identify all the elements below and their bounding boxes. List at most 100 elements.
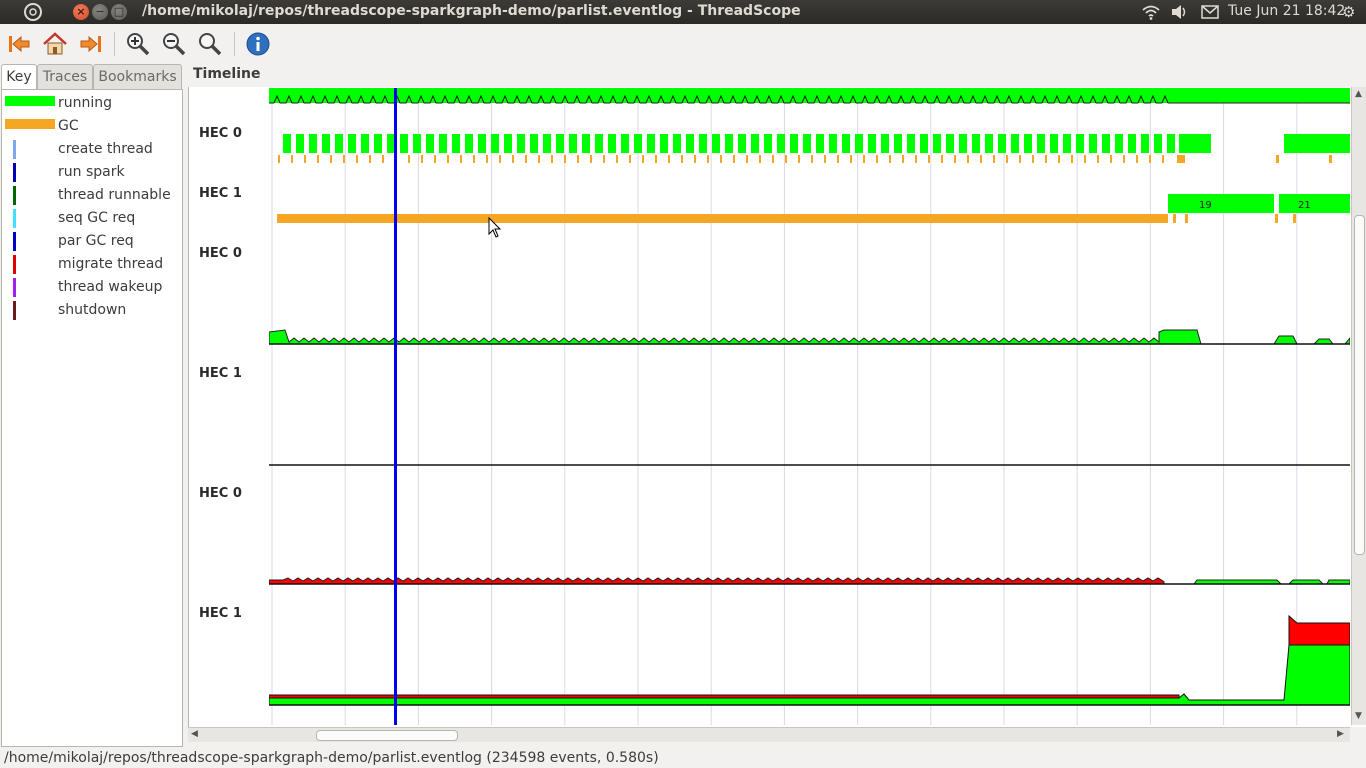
key-label: GC	[58, 118, 79, 134]
gc-tick	[1084, 155, 1086, 163]
key-swatch	[13, 140, 16, 159]
last-icon[interactable]	[77, 30, 105, 58]
running-bar	[296, 134, 304, 153]
vertical-scrollbar[interactable]: ▲ ▼	[1351, 87, 1366, 725]
gc-tick	[538, 155, 540, 163]
gc-tick	[850, 155, 852, 163]
volume-icon[interactable]	[1170, 3, 1190, 21]
gc-tick	[1149, 155, 1151, 163]
bar-label: 19	[1199, 200, 1212, 211]
key-item: GC	[2, 116, 182, 138]
gc-tick	[421, 155, 423, 163]
running-bar	[569, 134, 577, 153]
zoom-out-icon[interactable]	[160, 30, 188, 58]
running-bar	[1167, 134, 1175, 153]
minimize-button[interactable]: −	[92, 4, 108, 20]
key-swatch	[13, 186, 16, 205]
running-bar	[1024, 134, 1032, 153]
running-bar	[816, 134, 824, 153]
gc-tick	[889, 155, 891, 163]
running-bar	[803, 134, 811, 153]
running-bar	[829, 134, 837, 153]
gc-tick	[928, 155, 930, 163]
timeline-canvas[interactable]: 19 21	[269, 88, 1350, 725]
toolbar-separator	[234, 32, 235, 56]
key-item: thread wakeup	[2, 277, 182, 299]
zoom-in-icon[interactable]	[124, 30, 152, 58]
key-swatch	[5, 119, 55, 129]
timeline-cursor[interactable]	[394, 88, 397, 725]
timeline-title: Timeline	[193, 66, 261, 82]
gc-tick	[1123, 155, 1125, 163]
tab-key[interactable]: Key	[1, 64, 37, 90]
running-bar	[920, 134, 928, 153]
gc-tick	[512, 155, 514, 163]
running-bar	[1089, 134, 1097, 153]
gc-tick	[499, 155, 501, 163]
gc-tick	[629, 155, 631, 163]
running-bar	[335, 134, 343, 153]
vertical-scroll-thumb[interactable]	[1354, 215, 1365, 555]
spark-area	[269, 329, 1202, 345]
scroll-left-icon[interactable]: ◀	[191, 729, 198, 739]
gear-icon[interactable]: ⚙	[1342, 3, 1355, 21]
zoom-fit-icon[interactable]	[196, 30, 224, 58]
scroll-right-icon[interactable]: ▶	[1337, 729, 1344, 739]
window-title: /home/mikolaj/repos/threadscope-sparkgra…	[142, 3, 801, 19]
close-button[interactable]: ×	[73, 4, 89, 20]
gc-tick	[824, 155, 826, 163]
first-icon[interactable]	[5, 30, 33, 58]
key-label: migrate thread	[58, 256, 164, 272]
pane-divider[interactable]	[182, 89, 187, 745]
home-icon[interactable]	[41, 30, 69, 58]
tab-traces[interactable]: Traces	[37, 64, 93, 89]
hec-label: HEC 1	[199, 606, 242, 621]
gc-tick	[551, 155, 553, 163]
key-label: thread wakeup	[58, 279, 163, 295]
gc-tick	[811, 155, 813, 163]
running-bar	[556, 134, 564, 153]
horizontal-scrollbar[interactable]: ◀ ▶	[188, 727, 1350, 742]
running-bar	[946, 134, 954, 153]
info-icon[interactable]	[244, 30, 272, 58]
gc-tick	[733, 155, 735, 163]
gc-tick	[356, 155, 358, 163]
gc-tick	[1058, 155, 1060, 163]
running-bar	[413, 134, 421, 153]
running-bar	[543, 134, 551, 153]
wifi-icon[interactable]	[1141, 3, 1161, 21]
gc-tick	[1032, 155, 1034, 163]
key-item: create thread	[2, 139, 182, 161]
gc-tick	[1045, 155, 1047, 163]
gc-tick	[1136, 155, 1138, 163]
running-bar	[322, 134, 330, 153]
running-bar	[972, 134, 980, 153]
running-bar	[1168, 194, 1274, 213]
spark-graph-hec0-pool	[269, 577, 1350, 585]
gc-tick	[694, 155, 696, 163]
running-bar	[517, 134, 525, 153]
running-bar	[998, 134, 1006, 153]
ubuntu-logo-icon[interactable]	[23, 2, 43, 22]
running-bar	[673, 134, 681, 153]
scroll-up-icon[interactable]: ▲	[1355, 89, 1362, 99]
running-bar	[959, 134, 967, 153]
horizontal-scroll-thumb[interactable]	[316, 730, 458, 741]
gc-tick	[876, 155, 878, 163]
clock[interactable]: Tue Jun 21 18:42	[1228, 3, 1345, 19]
running-bar	[491, 134, 499, 153]
mail-icon[interactable]	[1200, 3, 1220, 21]
running-bar	[1050, 134, 1058, 153]
maximize-button[interactable]: □	[111, 4, 127, 20]
gc-tick	[317, 155, 319, 163]
gc-tick	[941, 155, 943, 163]
tab-bookmarks[interactable]: Bookmarks	[93, 64, 182, 89]
running-bar	[1076, 134, 1084, 153]
hec-label: HEC 0	[199, 126, 242, 141]
running-bar	[283, 134, 291, 153]
running-bar	[1279, 194, 1350, 213]
running-bar	[348, 134, 356, 153]
gc-tick	[707, 155, 709, 163]
scroll-down-icon[interactable]: ▼	[1355, 711, 1362, 721]
gc-tick	[759, 155, 761, 163]
